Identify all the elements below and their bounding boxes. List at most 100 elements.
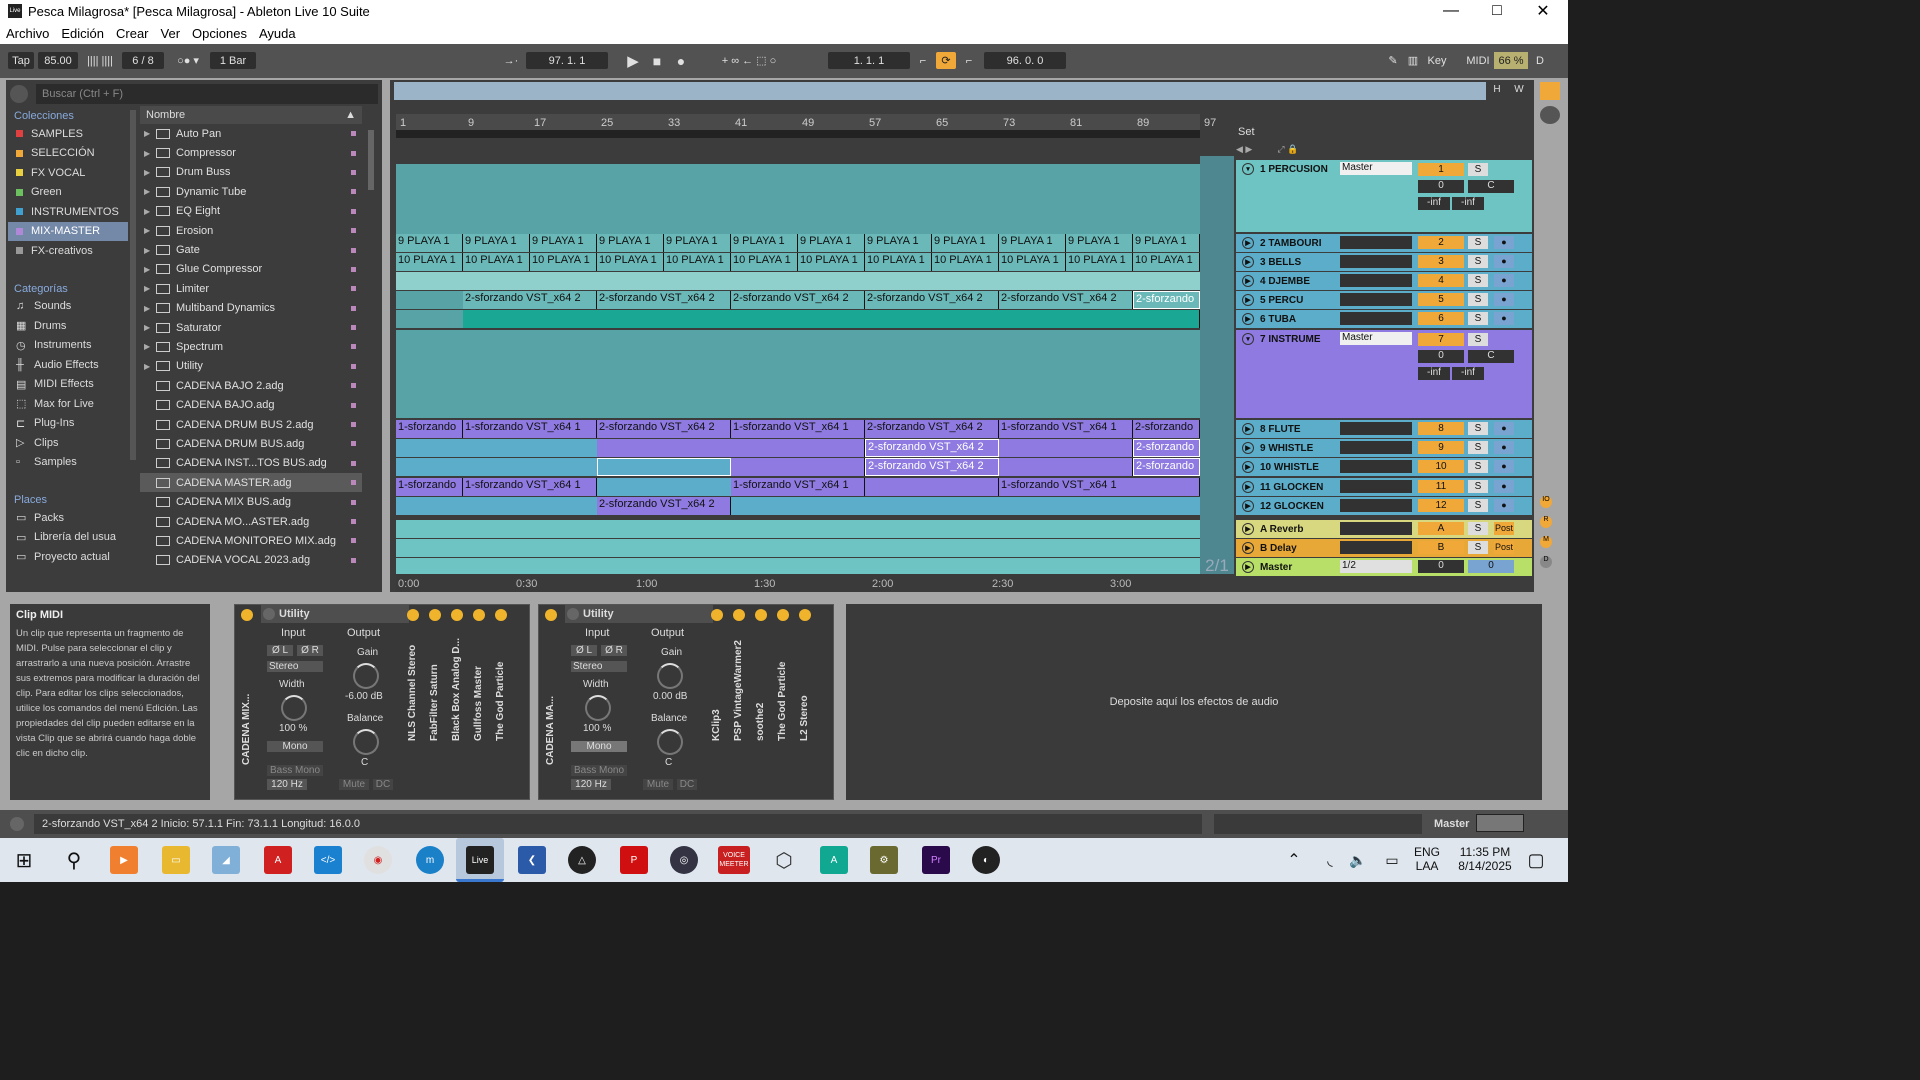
expand-icon[interactable]: ▶ xyxy=(144,323,154,332)
midi-clip[interactable]: 10 PLAYA 1 xyxy=(597,253,664,271)
arm-icon[interactable]: ● xyxy=(1494,255,1514,268)
list-item[interactable]: ▶ Utility xyxy=(140,357,362,376)
device-drop-zone[interactable]: Deposite aquí los efectos de audio xyxy=(846,604,1542,800)
menu-ayuda[interactable]: Ayuda xyxy=(253,26,302,41)
collection-fx-creativos[interactable]: FX-creativos xyxy=(8,241,128,261)
computer-keyboard-icon[interactable]: ▥ xyxy=(1404,52,1422,69)
expand-icon[interactable]: ▶ xyxy=(144,149,154,158)
solo-button[interactable]: S xyxy=(1468,480,1488,493)
midi-clip[interactable]: 9 PLAYA 1 xyxy=(1133,234,1200,252)
loop-brace[interactable] xyxy=(396,130,1200,138)
place-libreria[interactable]: ▭ Librería del usua xyxy=(8,528,128,548)
midi-clip[interactable]: 2-sforzando VST_x64 2 xyxy=(597,420,731,438)
midi-clip[interactable]: 2-sforzando VST_x64 2 xyxy=(865,291,999,309)
plugin-on-icon[interactable] xyxy=(495,609,507,621)
channel-mode-select[interactable]: Stereo xyxy=(267,661,323,672)
clock[interactable]: 11:35 PM 8/14/2025 xyxy=(1450,845,1520,873)
delay-icon[interactable]: D xyxy=(1540,556,1552,568)
midi-track-indicator[interactable] xyxy=(1476,814,1524,832)
midi-clip[interactable]: 1-sforzando VST_x64 1 xyxy=(463,420,597,438)
track-nav-icons[interactable]: ◀ ▶ ⤢ 🔒 xyxy=(1236,144,1332,156)
track-header-glocken-11[interactable]: ▶ 11 GLOCKEN 11 S ● xyxy=(1236,478,1532,496)
midi-clip[interactable]: 10 PLAYA 1 xyxy=(798,253,865,271)
play-circle-icon[interactable]: ▶ xyxy=(1242,523,1254,535)
play-circle-icon[interactable]: ▶ xyxy=(1242,561,1254,573)
play-circle-icon[interactable]: ▶ xyxy=(1242,294,1254,306)
expand-icon[interactable]: ▶ xyxy=(144,265,154,274)
browser-toggle-icon[interactable] xyxy=(10,85,28,103)
track-header-reverb[interactable]: ▶ A Reverb A S Post xyxy=(1236,520,1532,538)
arm-icon[interactable]: ● xyxy=(1494,441,1514,454)
track-header-master[interactable]: ▶ Master 1/2 0 0 xyxy=(1236,558,1532,576)
midi-clip-selected[interactable]: 2-sforzando xyxy=(1133,439,1200,457)
plugin-on-icon[interactable] xyxy=(777,609,789,621)
plugin-on-icon[interactable] xyxy=(407,609,419,621)
fold-icon[interactable]: ▾ xyxy=(1242,333,1254,345)
midi-clip[interactable]: 10 PLAYA 1 xyxy=(865,253,932,271)
expand-icon[interactable]: ▶ xyxy=(144,342,154,351)
place-packs[interactable]: ▭ Packs xyxy=(8,508,128,528)
track-activator[interactable]: 9 xyxy=(1418,441,1464,454)
track-header-tuba[interactable]: ▶ 6 TUBA 6 S ● xyxy=(1236,310,1532,328)
track-lane-delay[interactable] xyxy=(396,539,1200,557)
midi-clip[interactable]: 9 PLAYA 1 xyxy=(597,234,664,252)
list-item-selected[interactable]: CADENA MASTER.adg xyxy=(140,473,362,493)
phase-right-button[interactable]: Ø R xyxy=(297,645,323,656)
arm-icon[interactable]: ● xyxy=(1494,293,1514,306)
midi-clip[interactable] xyxy=(865,478,999,496)
arm-icon[interactable]: ● xyxy=(1494,499,1514,512)
mute-button[interactable]: Mute xyxy=(643,779,673,790)
midi-clip[interactable]: 2-sforzando VST_x64 2 xyxy=(865,420,999,438)
track-activator[interactable]: A xyxy=(1418,522,1464,535)
language-indicator[interactable]: ENG LAA xyxy=(1414,845,1440,873)
category-instruments[interactable]: ◷ Instruments xyxy=(8,336,128,356)
app-spiral-icon[interactable]: ◎ xyxy=(670,846,698,874)
midi-clip[interactable] xyxy=(999,439,1133,457)
expand-icon[interactable]: ▶ xyxy=(144,187,154,196)
list-item[interactable]: ▶ EQ Eight xyxy=(140,202,362,221)
track-pan[interactable]: C xyxy=(1468,350,1514,363)
midi-clip[interactable]: 10 PLAYA 1 xyxy=(1133,253,1200,271)
category-max-for-live[interactable]: ⬚ Max for Live xyxy=(8,394,128,414)
solo-button[interactable]: S xyxy=(1468,460,1488,473)
key-map-button[interactable]: Key xyxy=(1424,52,1450,69)
track-activator[interactable]: 10 xyxy=(1418,460,1464,473)
device-on-icon[interactable] xyxy=(567,608,579,620)
list-item[interactable]: CADENA VOCAL 2023.adg xyxy=(140,551,362,570)
overdub-icons[interactable]: + ∞ ← ⬚ ○ xyxy=(706,52,792,69)
dc-button[interactable]: DC xyxy=(373,779,393,790)
punch-in-icon[interactable]: ⌐ xyxy=(914,52,932,69)
midi-clip[interactable]: 9 PLAYA 1 xyxy=(396,234,463,252)
menu-edicion[interactable]: Edición xyxy=(55,26,110,41)
category-sounds[interactable]: ♫ Sounds xyxy=(8,297,128,317)
pdf-reader-icon[interactable]: A xyxy=(264,846,292,874)
arm-icon[interactable]: ● xyxy=(1494,422,1514,435)
expand-icon[interactable]: ▶ xyxy=(144,246,154,255)
width-icon[interactable]: W xyxy=(1510,84,1528,98)
list-item[interactable]: ▶ Glue Compressor xyxy=(140,260,362,279)
volume-icon[interactable]: 🔈 xyxy=(1344,846,1372,874)
notes-app-icon[interactable]: ◢ xyxy=(212,846,240,874)
list-item[interactable]: ▶ Auto Pan xyxy=(140,124,362,143)
output-routing-select[interactable]: 1/2 xyxy=(1340,560,1412,573)
list-item[interactable]: CADENA DRUM BUS.adg xyxy=(140,434,362,453)
midi-clip[interactable]: 1-sforzando VST_x64 1 xyxy=(731,420,865,438)
voicemeeter-icon[interactable]: VOICE MEETER xyxy=(718,846,750,874)
nudge-icon[interactable]: |||| |||| xyxy=(82,52,118,69)
midi-clip[interactable] xyxy=(597,439,865,457)
track-pan[interactable]: C xyxy=(1468,180,1514,193)
collection-seleccion[interactable]: SELECCIÓN xyxy=(8,144,128,164)
midi-clip[interactable]: 9 PLAYA 1 xyxy=(865,234,932,252)
bass-mono-button[interactable]: Bass Mono xyxy=(267,765,323,776)
battery-icon[interactable]: ▭ xyxy=(1378,846,1406,874)
browser-search-input[interactable]: Buscar (Ctrl + F) xyxy=(36,84,378,104)
expand-icon[interactable]: ▶ xyxy=(144,207,154,216)
midi-clip[interactable]: 10 PLAYA 1 xyxy=(1066,253,1133,271)
mute-button[interactable]: Mute xyxy=(339,779,369,790)
midi-clip[interactable]: 1-sforzando xyxy=(396,478,463,496)
app-hexagon-icon[interactable]: ⬡ xyxy=(770,846,798,874)
menu-ver[interactable]: Ver xyxy=(155,26,187,41)
track-activator[interactable]: 6 xyxy=(1418,312,1464,325)
play-circle-icon[interactable]: ▶ xyxy=(1242,256,1254,268)
dc-button[interactable]: DC xyxy=(677,779,697,790)
